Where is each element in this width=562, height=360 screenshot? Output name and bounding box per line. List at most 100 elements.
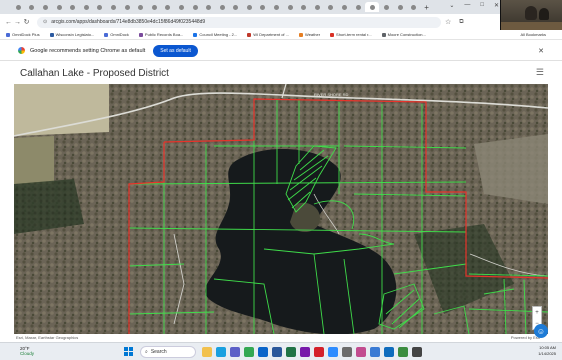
bookmark-favicon-icon <box>298 32 303 37</box>
bookmark-item[interactable]: Weather <box>298 32 320 37</box>
edge-icon[interactable] <box>216 347 226 357</box>
photos-icon[interactable] <box>356 347 366 357</box>
bookmark-item[interactable]: OmniDock Plus <box>6 32 40 37</box>
field-area <box>14 84 109 136</box>
tab-favicon-icon <box>192 4 198 10</box>
bookmark-item[interactable]: Wisconsin Legislato... <box>49 32 94 37</box>
tab-favicon-icon <box>274 4 280 10</box>
browser-tab[interactable] <box>26 2 39 12</box>
bookmark-item[interactable]: OmniDock <box>104 32 129 37</box>
chrome-icon[interactable] <box>244 347 254 357</box>
tab-favicon-icon <box>42 4 48 10</box>
new-tab-button[interactable]: + <box>424 3 429 12</box>
chat-assistant-icon[interactable]: ☺ <box>534 324 548 338</box>
bookmark-item[interactable]: Short-term rental r... <box>330 32 372 37</box>
weather-condition: Cloudy <box>20 351 35 356</box>
close-infobar-icon[interactable]: ✕ <box>538 47 544 55</box>
zoom-icon[interactable] <box>328 347 338 357</box>
site-info-icon[interactable]: ⊙ <box>43 19 47 25</box>
map-footer: Esri, Maxar, Earthstar Geographics Power… <box>0 334 562 342</box>
browser-tab[interactable] <box>394 2 407 12</box>
tab-favicon-icon <box>29 4 35 10</box>
browser-tab[interactable] <box>297 2 310 12</box>
map-view[interactable]: RIVER SHORE RD + − <box>14 84 548 334</box>
system-tray[interactable]: 10:05 AM 1/14/2025 <box>538 345 556 357</box>
browser-tab[interactable] <box>270 2 283 12</box>
calendar-icon[interactable] <box>398 347 408 357</box>
tab-favicon-icon <box>287 4 293 10</box>
bookmark-star-icon[interactable]: ☆ <box>445 18 451 26</box>
close-window-button[interactable]: ✕ <box>494 2 499 9</box>
mail-icon[interactable] <box>384 347 394 357</box>
reload-icon[interactable]: ↻ <box>22 18 31 26</box>
search-icon: ⌕ <box>145 349 148 355</box>
browser-tab[interactable] <box>107 2 120 12</box>
browser-tab[interactable] <box>134 2 147 12</box>
store-icon[interactable] <box>370 347 380 357</box>
windows-taskbar: 20°F Cloudy ⌕ Search 10:05 AM 1/14/2025 <box>0 342 562 360</box>
outlook-icon[interactable] <box>258 347 268 357</box>
forward-icon[interactable]: → <box>13 19 22 26</box>
tab-favicon-icon <box>124 4 130 10</box>
teams-icon[interactable] <box>230 347 240 357</box>
tab-favicon-icon <box>233 4 239 10</box>
bookmark-item[interactable]: WI Department of ... <box>247 32 289 37</box>
browser-tab[interactable] <box>121 2 134 12</box>
bookmark-item[interactable]: Moore Construction... <box>381 32 426 37</box>
browser-tab[interactable] <box>216 2 229 12</box>
browser-tab[interactable] <box>12 2 25 12</box>
bookmark-item[interactable]: Council Meeting - 2... <box>193 32 237 37</box>
browser-tab[interactable] <box>53 2 66 12</box>
onenote-icon[interactable] <box>300 347 310 357</box>
browser-tab[interactable] <box>39 2 52 12</box>
url-input[interactable]: ⊙ arcgis.com/apps/dashboards/714e8db3850… <box>37 16 441 28</box>
browser-tab[interactable] <box>311 2 324 12</box>
settings-icon[interactable] <box>342 347 352 357</box>
bookmark-favicon-icon <box>6 32 10 37</box>
maximize-button[interactable]: □ <box>480 2 484 9</box>
browser-tab[interactable] <box>66 2 79 12</box>
hamburger-menu-icon[interactable]: ☰ <box>536 67 544 78</box>
browser-tab[interactable] <box>380 2 393 12</box>
bookmark-item[interactable]: Public Records Boa... <box>138 32 184 37</box>
browser-tab[interactable] <box>257 2 270 12</box>
word-icon[interactable] <box>272 347 282 357</box>
windows-start-icon[interactable] <box>124 347 133 356</box>
set-as-default-button[interactable]: Set as default <box>153 44 198 57</box>
browser-tab[interactable] <box>202 2 215 12</box>
browser-tab[interactable] <box>189 2 202 12</box>
extensions-icon[interactable]: ⧉ <box>459 19 463 26</box>
browser-tab[interactable] <box>338 2 351 12</box>
browser-tab[interactable] <box>230 2 243 12</box>
bookmark-label: OmniDock Plus <box>12 32 40 37</box>
minimize-button[interactable]: — <box>464 2 470 9</box>
browser-tab[interactable] <box>94 2 107 12</box>
dashboard-header: Callahan Lake - Proposed District ☰ <box>0 62 562 84</box>
tab-search-icon[interactable]: ⌄ <box>449 2 454 9</box>
browser-tab[interactable] <box>325 2 338 12</box>
browser-tab[interactable] <box>175 2 188 12</box>
taskbar-search[interactable]: ⌕ Search <box>140 346 196 358</box>
browser-tab[interactable] <box>365 2 380 12</box>
bookmark-label: OmniDock <box>110 32 129 37</box>
browser-tab[interactable] <box>162 2 175 12</box>
browser-tab[interactable] <box>408 2 421 12</box>
browser-tab[interactable] <box>80 2 93 12</box>
acrobat-icon[interactable] <box>314 347 324 357</box>
satellite-map[interactable]: RIVER SHORE RD <box>14 84 548 334</box>
browser-tab[interactable] <box>243 2 256 12</box>
camera-icon[interactable] <box>412 347 422 357</box>
zoom-in-button[interactable]: + <box>535 310 539 316</box>
browser-tab[interactable] <box>352 2 365 12</box>
excel-icon[interactable] <box>286 347 296 357</box>
tab-favicon-icon <box>70 4 76 10</box>
bookmark-favicon-icon <box>104 32 109 37</box>
tab-favicon-icon <box>15 4 21 10</box>
file-explorer-icon[interactable] <box>202 347 212 357</box>
all-bookmarks-button[interactable]: All Bookmarks <box>520 32 546 37</box>
bookmark-label: Public Records Boa... <box>144 32 184 37</box>
browser-tab[interactable] <box>148 2 161 12</box>
weather-widget[interactable]: 20°F Cloudy <box>20 346 34 356</box>
back-icon[interactable]: ← <box>4 19 13 26</box>
browser-tab[interactable] <box>284 2 297 12</box>
